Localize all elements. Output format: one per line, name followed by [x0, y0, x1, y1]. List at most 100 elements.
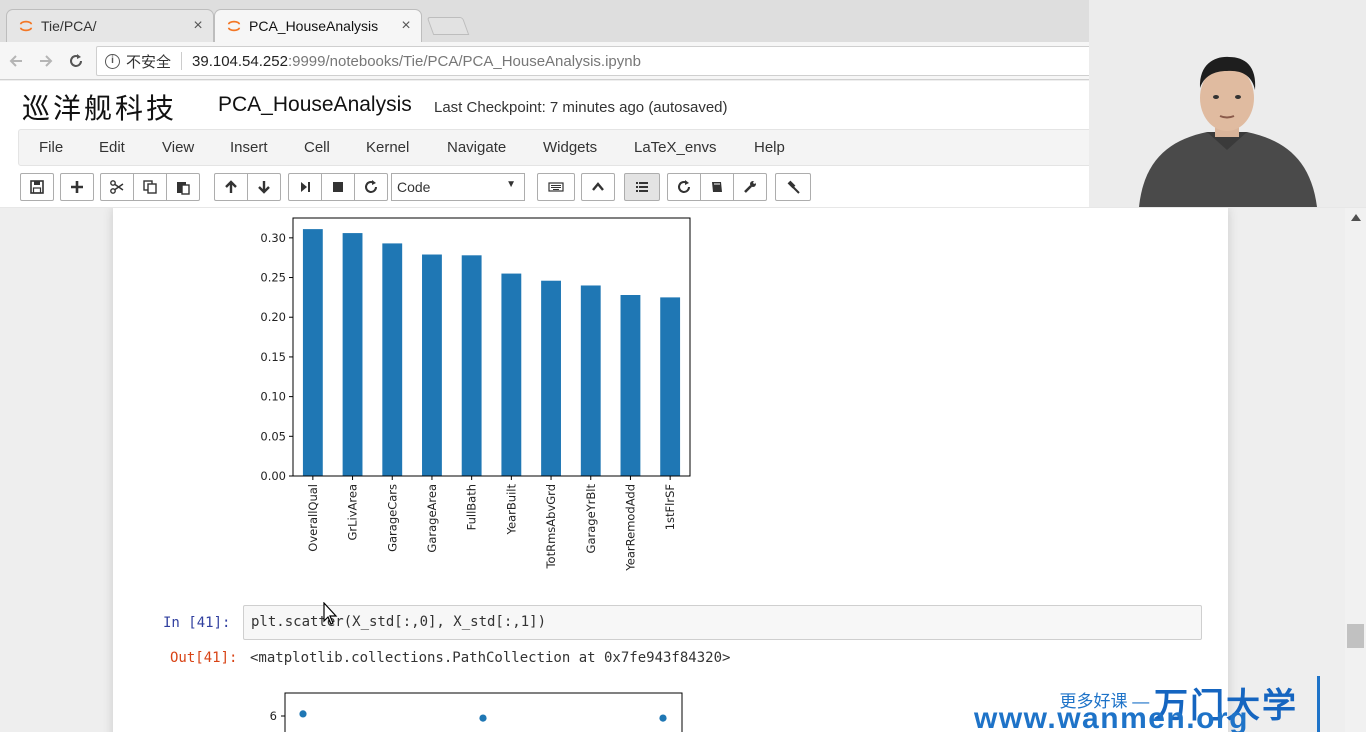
scatter-chart: 6: [270, 692, 683, 732]
url-path: :9999/notebooks/Tie/PCA/PCA_HouseAnalysi…: [287, 52, 641, 70]
book-icon: [712, 182, 722, 192]
menu-insert[interactable]: Insert: [230, 139, 268, 156]
settings-button[interactable]: [733, 173, 767, 201]
y-tick-label: 0.05: [260, 429, 286, 443]
menu-widgets[interactable]: Widgets: [543, 139, 597, 156]
checkpoint-status: Last Checkpoint: 7 minutes ago (autosave…: [434, 99, 728, 116]
output-prompt: Out[41]:: [170, 650, 238, 666]
book-button[interactable]: [700, 173, 734, 201]
scrollbar-thumb[interactable]: [1347, 624, 1364, 648]
menu-kernel[interactable]: Kernel: [366, 139, 409, 156]
cut-button[interactable]: [100, 173, 134, 201]
reload-icon[interactable]: [66, 51, 86, 71]
notebook-area[interactable]: 0.00 0.05 0.10 0.15 0.20 0.25 0.30 OverallQual G…: [0, 208, 1366, 732]
bar: [580, 285, 601, 476]
build-button[interactable]: [775, 173, 811, 201]
tab-title: PCA_HouseAnalysis: [249, 18, 379, 34]
command-palette-button[interactable]: [537, 173, 575, 201]
notebook-name[interactable]: PCA_HouseAnalysis: [218, 93, 412, 117]
y-tick-label: 6: [270, 709, 277, 723]
menu-navigate[interactable]: Navigate: [447, 139, 506, 156]
gavel-icon: [787, 180, 800, 194]
paste-button[interactable]: [166, 173, 200, 201]
keyboard-icon: [548, 182, 564, 192]
menu-file[interactable]: File: [39, 139, 63, 156]
new-tab-button[interactable]: [426, 17, 470, 35]
cell-type-select[interactable]: Code ▼: [391, 173, 525, 201]
scatter-point: [479, 714, 487, 722]
restart-kernel-button[interactable]: [354, 173, 388, 201]
move-cell-up-button[interactable]: [214, 173, 248, 201]
collapse-button[interactable]: [581, 173, 615, 201]
y-tick-label: 0.20: [260, 310, 286, 324]
move-cell-down-button[interactable]: [247, 173, 281, 201]
refresh-icon: [365, 180, 377, 193]
security-label: 不安全: [126, 53, 172, 71]
interrupt-kernel-button[interactable]: [321, 173, 355, 201]
address-separator: [181, 52, 183, 70]
chevron-down-icon: ▼: [506, 179, 516, 190]
browser-tab-pca-houseanalysis[interactable]: PCA_HouseAnalysis ×: [214, 9, 422, 42]
output-text: <matplotlib.collections.PathCollection a…: [250, 650, 731, 666]
y-tick-label: 0.10: [260, 390, 286, 404]
scroll-up-icon[interactable]: [1351, 214, 1361, 221]
tab-title: Tie/PCA/: [41, 18, 97, 34]
run-cell-button[interactable]: [288, 173, 322, 201]
y-tick-label: 0.30: [260, 231, 286, 245]
bar-chart: 0.00 0.05 0.10 0.15 0.20 0.25 0.30 OverallQual G…: [260, 217, 691, 572]
bar: [342, 233, 363, 476]
x-tick-label: OverallQual: [306, 484, 320, 552]
forward-arrow-icon[interactable]: [36, 51, 56, 71]
brand-logo[interactable]: 巡洋舰科技: [22, 87, 177, 127]
watermark-url: www.wanmen.org: [974, 702, 1249, 732]
checkpoint-value: 7 minutes ago: [549, 99, 645, 116]
address-bar[interactable]: i 不安全 39.104.54.252:9999/notebooks/Tie/P…: [96, 46, 1096, 76]
x-tick-label: GarageArea: [425, 484, 439, 553]
jupyter-favicon-icon: [227, 20, 241, 32]
x-tick-label: GarageCars: [385, 484, 399, 552]
x-tick-label: FullBath: [465, 484, 479, 530]
watermark-divider: [1317, 676, 1320, 732]
bar: [422, 254, 442, 476]
wrench-icon: [744, 181, 756, 193]
x-tick-label: 1stFlrSF: [663, 484, 677, 530]
input-prompt: In [41]:: [163, 615, 231, 631]
browser-tab-tie-pca[interactable]: Tie/PCA/ ×: [6, 9, 214, 42]
y-tick-label: 0.15: [260, 350, 286, 364]
page-scrollbar[interactable]: [1345, 208, 1366, 732]
y-tick-label: 0.25: [260, 271, 286, 285]
url-host: 39.104.54.252: [192, 52, 288, 70]
save-button[interactable]: [20, 173, 54, 201]
toc-button[interactable]: [624, 173, 660, 201]
x-tick-label: YearBuilt: [504, 484, 518, 536]
scatter-point: [299, 710, 307, 718]
back-arrow-icon[interactable]: [6, 51, 26, 71]
x-tick-label: YearRemodAdd: [623, 484, 637, 572]
axes-frame: [284, 692, 683, 732]
copy-icon: [143, 180, 157, 194]
copy-button[interactable]: [133, 173, 167, 201]
x-tick-label: GarageYrBlt: [584, 484, 598, 554]
tab-close-icon[interactable]: ×: [187, 17, 209, 35]
plus-icon: [71, 181, 83, 193]
refresh-icon: [678, 180, 690, 193]
scissors-icon: [110, 180, 124, 194]
webcam-overlay: [1089, 0, 1366, 207]
insert-cell-button[interactable]: [60, 173, 94, 201]
menu-cell[interactable]: Cell: [304, 139, 330, 156]
refresh-button[interactable]: [667, 173, 701, 201]
menu-view[interactable]: View: [162, 139, 194, 156]
menu-edit[interactable]: Edit: [99, 139, 125, 156]
menu-latex-envs[interactable]: LaTeX_envs: [634, 139, 717, 156]
info-icon[interactable]: i: [105, 53, 120, 69]
bar: [660, 297, 681, 476]
cell-type-value: Code: [397, 179, 431, 195]
autosave-status: (autosaved): [648, 99, 728, 116]
menu-help[interactable]: Help: [754, 139, 785, 156]
mouse-cursor-icon: [323, 602, 338, 625]
code-text: plt.scatter(X_std[:,0], X_std[:,1]): [251, 614, 547, 630]
code-cell[interactable]: plt.scatter(X_std[:,0], X_std[:,1]): [243, 605, 1202, 640]
arrow-up-icon: [225, 180, 237, 193]
tab-close-icon[interactable]: ×: [395, 17, 417, 35]
step-forward-icon: [301, 182, 310, 192]
